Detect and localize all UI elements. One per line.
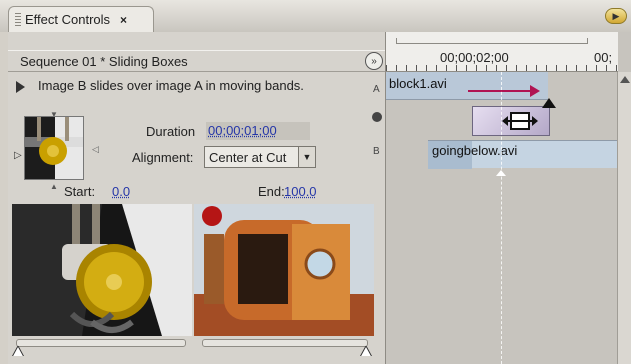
end-label: End: [258, 184, 285, 199]
transition-marker-icon [542, 98, 556, 108]
sequence-header: Sequence 01 * Sliding Boxes » [8, 50, 385, 72]
thumb-arrow-icon[interactable]: ▷ [14, 150, 22, 161]
tab-effect-controls[interactable]: Effect Controls × [8, 6, 154, 32]
clip-a[interactable]: block1.avi [386, 72, 548, 100]
clip-b-name: goingbelow.avi [432, 143, 518, 158]
duration-label: Duration [146, 124, 196, 139]
direction-arrow-icon [468, 85, 540, 97]
preview-image-a [12, 204, 192, 336]
clip-a-name: block1.avi [389, 76, 447, 91]
start-value[interactable]: 0.0 [112, 184, 130, 199]
track-label-a: A [373, 84, 380, 95]
start-label: Start: [64, 184, 96, 199]
thumbnail-image [24, 116, 84, 180]
resize-cursor-icon [502, 112, 538, 130]
time-ruler[interactable]: 00;00;02;00 00; [386, 32, 618, 72]
close-icon[interactable]: × [120, 13, 127, 27]
effect-description: Image B slides over image A in moving ba… [38, 78, 304, 93]
edge-selector-icon[interactable]: ▲ [50, 182, 58, 191]
sequence-title: Sequence 01 * Sliding Boxes [20, 54, 188, 69]
ruler-ticks [386, 65, 618, 71]
end-value[interactable]: 100.0 [284, 184, 317, 199]
grip-icon[interactable] [15, 12, 21, 27]
edge-selector-icon[interactable]: ◁ [92, 144, 99, 155]
playhead-marker-icon[interactable] [496, 170, 506, 176]
scroll-up-icon[interactable] [620, 76, 630, 83]
alignment-select[interactable]: Center at Cut ▼ [204, 146, 316, 168]
tab-label: Effect Controls [25, 12, 111, 27]
show-hide-icon[interactable]: » [365, 52, 383, 70]
playhead[interactable] [501, 72, 502, 364]
alignment-value: Center at Cut [209, 149, 287, 165]
clip-b[interactable]: goingbelow.avi [428, 140, 618, 169]
preview-image-b [194, 204, 374, 336]
start-handle-icon[interactable] [12, 346, 24, 356]
vertical-scrollbar[interactable] [617, 72, 631, 364]
panel-menu-icon[interactable]: ▶ [605, 8, 627, 24]
ruler-time-partial: 00; [594, 50, 613, 65]
ruler-time: 00;00;02;00 [440, 50, 509, 65]
effect-controls-panel: Sequence 01 * Sliding Boxes » Image B sl… [8, 32, 631, 364]
effect-settings: Sequence 01 * Sliding Boxes » Image B sl… [8, 32, 385, 364]
timeline-view: 00;00;02;00 00; A B block1.avi goingbelo… [372, 32, 631, 364]
dropdown-icon[interactable]: ▼ [298, 147, 315, 167]
duration-field[interactable]: 00;00;01;00 [206, 122, 310, 140]
alignment-label: Alignment: [132, 150, 194, 165]
transition-center-icon [372, 112, 382, 122]
end-handle-icon[interactable] [360, 346, 372, 356]
transition-thumbnail: ▷ ▼ ▲ ◁ [14, 110, 110, 202]
track-label-b: B [373, 146, 380, 157]
start-slider[interactable] [16, 339, 186, 347]
play-icon[interactable] [16, 81, 25, 93]
zoom-bar[interactable] [396, 38, 588, 44]
end-slider[interactable] [202, 339, 368, 347]
panel-tab-bar: Effect Controls × ▶ [0, 0, 631, 32]
